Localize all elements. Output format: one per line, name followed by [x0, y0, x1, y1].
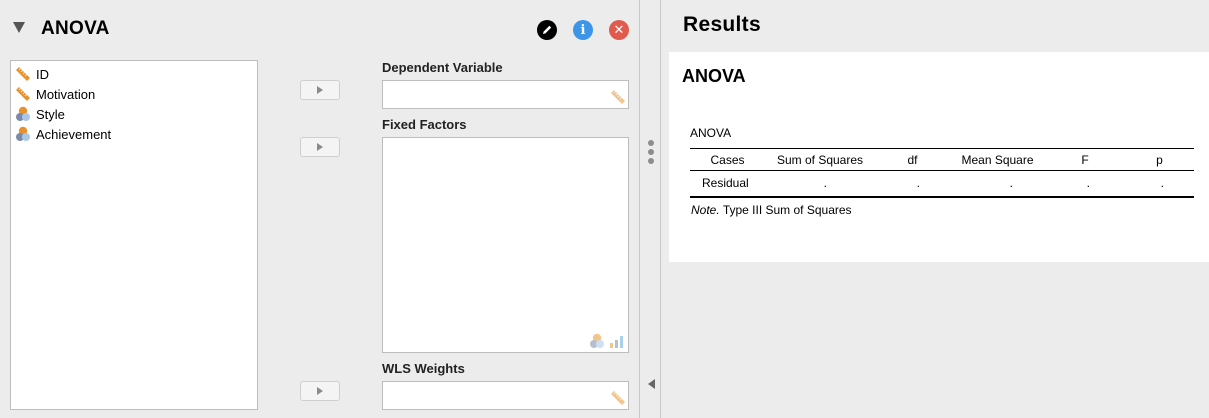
arrow-right-icon: [317, 143, 323, 151]
table-cell: .: [950, 170, 1045, 198]
results-area: ANOVA ANOVA Cases Sum of Squares df Mean…: [669, 52, 1209, 262]
anova-table: Cases Sum of Squares df Mean Square F p …: [690, 148, 1194, 198]
table-cell: .: [875, 170, 950, 198]
column-header: Sum of Squares: [765, 148, 875, 171]
column-header: Mean Square: [950, 148, 1045, 171]
table-cell: Residual: [690, 170, 765, 198]
analysis-header: ANOVA i ✕: [0, 0, 640, 58]
pencil-icon: [543, 25, 552, 34]
column-header: F: [1045, 148, 1125, 171]
move-to-fixed-factors-button[interactable]: [300, 137, 340, 157]
close-icon: ✕: [613, 22, 625, 37]
variable-item-motivation[interactable]: Motivation: [15, 85, 95, 103]
nominal-circles-icon: [590, 333, 604, 348]
nominal-circles-icon: [16, 106, 30, 121]
edit-title-button[interactable]: [537, 20, 557, 40]
table-cell: .: [1045, 170, 1125, 198]
variable-item-style[interactable]: Style: [15, 105, 65, 123]
column-header: p: [1125, 148, 1194, 171]
analysis-title: ANOVA: [41, 18, 110, 39]
ordinal-bars-icon: [610, 336, 623, 348]
table-cell: .: [1125, 170, 1194, 198]
variable-name: Style: [36, 106, 65, 122]
collapse-left-icon[interactable]: [648, 379, 655, 389]
analysis-panel: ANOVA i ✕ ID Motivation Style Achievemen…: [0, 0, 640, 418]
variable-item-achievement[interactable]: Achievement: [15, 125, 111, 143]
note-text: Type III Sum of Squares: [722, 203, 852, 217]
column-header: Cases: [690, 148, 765, 171]
info-button[interactable]: i: [573, 20, 593, 40]
column-header: df: [875, 148, 950, 171]
scale-ruler-icon: [611, 391, 625, 405]
arrow-right-icon: [317, 86, 323, 94]
arrow-right-icon: [317, 387, 323, 395]
scale-ruler-icon: [16, 67, 30, 81]
table-note: Note. Type III Sum of Squares: [691, 203, 852, 217]
variable-name: ID: [36, 66, 49, 82]
info-icon: i: [580, 22, 586, 38]
table-row: Residual . . . . .: [690, 170, 1194, 198]
note-label: Note.: [691, 203, 720, 217]
table-cell: .: [765, 170, 875, 198]
nominal-circles-icon: [16, 126, 30, 141]
panel-splitter[interactable]: [641, 0, 661, 418]
scale-ruler-icon: [16, 87, 30, 101]
fixed-factors-box[interactable]: [382, 137, 629, 353]
dependent-variable-label: Dependent Variable: [382, 60, 503, 75]
wls-weights-box[interactable]: [382, 381, 629, 410]
dependent-variable-box[interactable]: [382, 80, 629, 109]
results-analysis-title[interactable]: ANOVA: [682, 66, 746, 87]
variable-name: Achievement: [36, 126, 112, 142]
move-to-wls-weights-button[interactable]: [300, 381, 340, 401]
variable-name: Motivation: [36, 86, 96, 102]
wls-weights-label: WLS Weights: [382, 361, 465, 376]
variable-list[interactable]: ID Motivation Style Achievement: [10, 60, 258, 410]
scale-ruler-icon: [611, 90, 625, 104]
collapse-analysis-icon[interactable]: [13, 22, 25, 33]
table-title: ANOVA: [690, 126, 732, 140]
close-analysis-button[interactable]: ✕: [609, 20, 629, 40]
fixed-factors-label: Fixed Factors: [382, 117, 467, 132]
grip-dot: [648, 140, 654, 146]
move-to-dependent-button[interactable]: [300, 80, 340, 100]
results-header: Results: [683, 13, 761, 36]
variable-item-id[interactable]: ID: [15, 65, 49, 83]
grip-dot: [648, 149, 654, 155]
table-header-row: Cases Sum of Squares df Mean Square F p: [690, 148, 1194, 171]
grip-dot: [648, 158, 654, 164]
